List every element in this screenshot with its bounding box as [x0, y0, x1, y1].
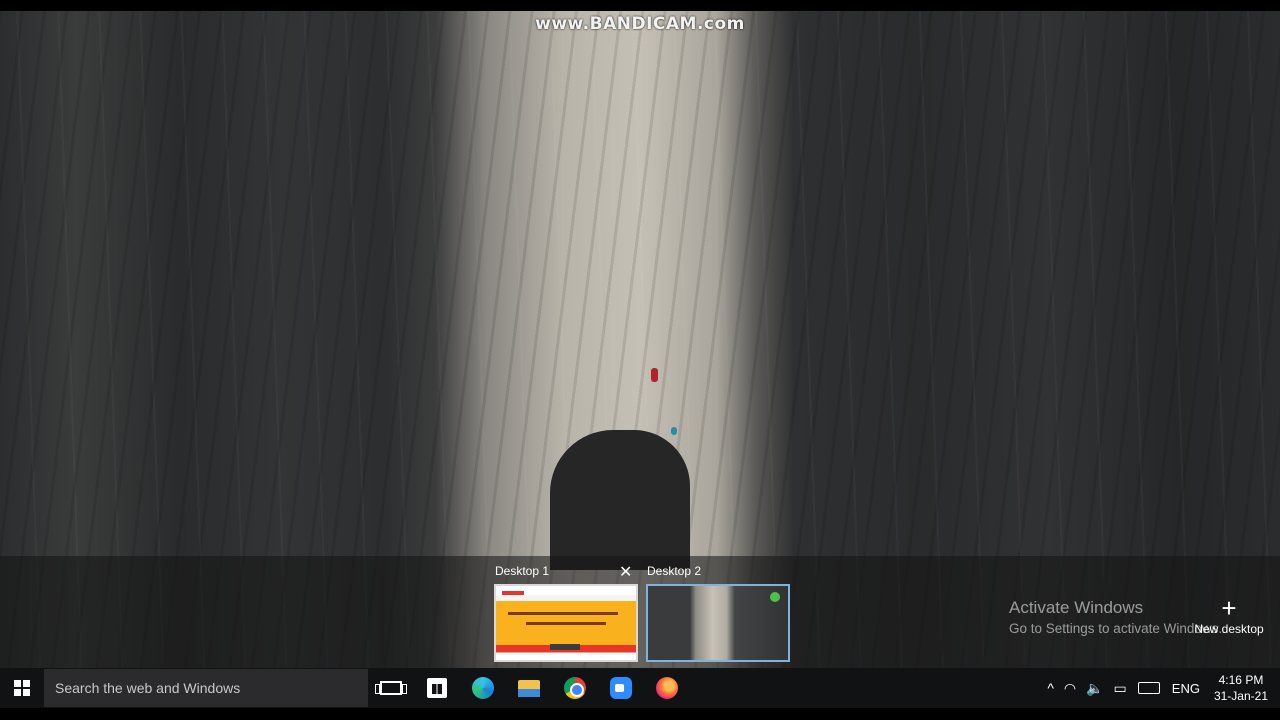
clock[interactable]: 4:16 PM 31-Jan-21 [1206, 672, 1280, 704]
desktop-1-thumbnail[interactable] [494, 584, 638, 662]
chevron-up-icon[interactable]: ^ [1042, 680, 1059, 696]
plus-icon: + [1221, 593, 1237, 623]
language-indicator[interactable]: ENG [1166, 681, 1206, 696]
wallpaper-climber [651, 368, 658, 382]
thumbnail-text [508, 612, 618, 615]
desktop-2-thumbnail[interactable] [646, 584, 790, 662]
recording-border-bottom [0, 708, 1280, 720]
new-desktop-label: New desktop [1194, 622, 1264, 636]
system-tray: ^ ◠ 🔈 ▭ ENG 4:16 PM 31-Jan-21 [1042, 668, 1280, 708]
wallpaper-climber [671, 427, 677, 435]
chrome-button[interactable] [552, 668, 598, 708]
wifi-icon[interactable]: ◠ [1059, 680, 1081, 697]
clock-time: 4:16 PM [1218, 673, 1264, 687]
notification-icon[interactable]: ▭ [1109, 680, 1132, 697]
new-desktop-button[interactable]: + New desktop [1194, 593, 1264, 636]
desktop-2-label: Desktop 2 [647, 564, 702, 578]
zoom-button[interactable] [598, 668, 644, 708]
bandicam-watermark: www.BANDICAM.com [535, 14, 745, 34]
microsoft-store-button[interactable] [414, 668, 460, 708]
recording-border-top [0, 0, 1280, 11]
folder-icon [518, 679, 540, 697]
search-placeholder: Search the web and Windows [55, 680, 241, 696]
touch-keyboard-icon[interactable] [1137, 682, 1160, 694]
chrome-icon [564, 677, 586, 699]
volume-icon[interactable]: 🔈 [1081, 680, 1108, 697]
activate-windows-watermark: Activate Windows Go to Settings to activ… [1009, 598, 1222, 636]
microsoft-store-icon [427, 678, 447, 698]
close-desktop-1-icon[interactable]: ✕ [619, 562, 632, 582]
taskbar-search-box[interactable]: Search the web and Windows [44, 669, 368, 707]
file-explorer-button[interactable] [506, 668, 552, 708]
activate-windows-subtitle: Go to Settings to activate Windows. [1009, 621, 1223, 636]
thumbnail-status-dot [770, 592, 780, 602]
start-button[interactable] [0, 668, 44, 708]
taskbar: Search the web and Windows ^ ◠ 🔈 ▭ ENG 4… [0, 668, 1280, 708]
windows-logo-icon [14, 680, 30, 696]
thumbnail-logo [502, 591, 524, 595]
clock-date: 31-Jan-21 [1213, 689, 1268, 703]
activate-windows-title: Activate Windows [1009, 598, 1144, 617]
task-view-icon [375, 681, 407, 695]
zoom-icon [610, 677, 632, 699]
desktop-1-label: Desktop 1 [495, 564, 550, 578]
firefox-icon [656, 677, 678, 699]
thumbnail-text [526, 622, 606, 625]
thumbnail-button [550, 644, 580, 650]
task-view-button[interactable] [368, 668, 414, 708]
edge-icon [472, 677, 494, 699]
edge-button[interactable] [460, 668, 506, 708]
firefox-button[interactable] [644, 668, 690, 708]
